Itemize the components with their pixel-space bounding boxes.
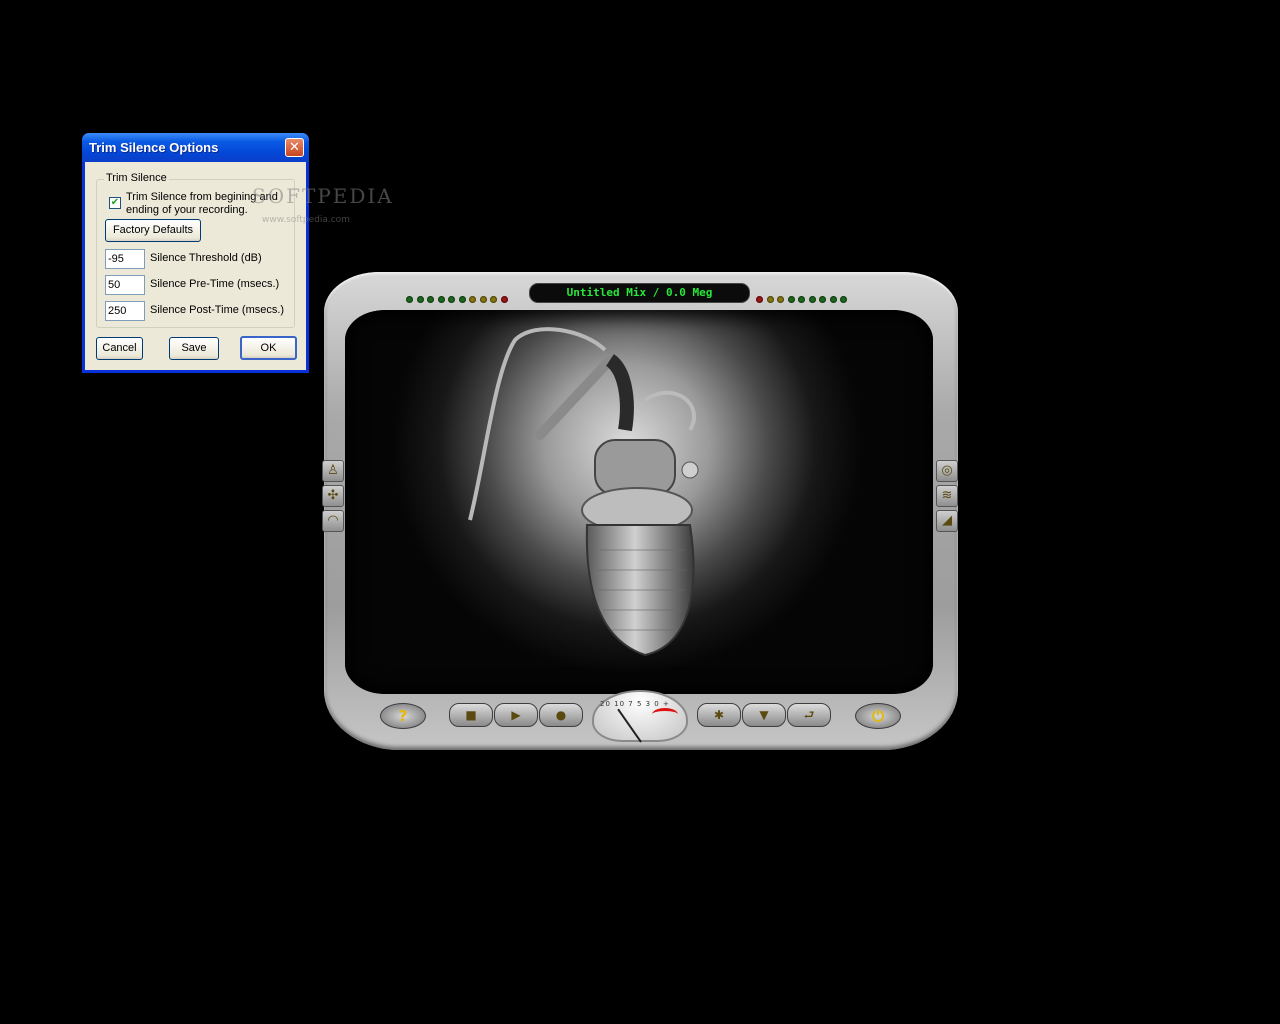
level-led <box>469 296 476 303</box>
down-button[interactable]: ▼ <box>742 703 786 727</box>
silence-threshold-label: Silence Threshold (dB) <box>150 252 262 264</box>
effects-icon[interactable]: ✣ <box>322 485 344 507</box>
watermark: SOFTPEDIA <box>252 184 394 208</box>
cd-icon[interactable]: ◎ <box>936 460 958 482</box>
silence-threshold-input[interactable]: -95 <box>105 249 145 269</box>
dialog-title: Trim Silence Options <box>89 140 219 155</box>
level-led <box>787 296 795 303</box>
watermark-url: www.softpedia.com <box>262 215 350 225</box>
silence-post-time-label: Silence Post-Time (msecs.) <box>150 304 285 316</box>
level-led <box>829 296 837 303</box>
effects-button[interactable]: ✱ <box>697 703 741 727</box>
group-label: Trim Silence <box>104 172 169 184</box>
level-led <box>777 296 784 303</box>
play-button[interactable]: ▶ <box>494 703 538 727</box>
mix-title-display: Untitled Mix / 0.0 Meg <box>529 283 750 303</box>
level-led <box>448 296 455 303</box>
fade-icon[interactable]: ◠ <box>322 510 344 532</box>
silence-post-time-input[interactable]: 250 <box>105 301 145 321</box>
level-led <box>798 296 805 303</box>
microphone-image <box>345 310 933 694</box>
level-led <box>766 296 774 303</box>
level-led <box>406 296 413 303</box>
ramp-icon[interactable]: ◢ <box>936 510 958 532</box>
level-led <box>490 296 497 303</box>
level-led <box>437 296 445 303</box>
waveform-icon[interactable]: ≋ <box>936 485 958 507</box>
level-led <box>840 296 847 303</box>
level-led <box>427 296 434 303</box>
level-led <box>500 296 508 303</box>
cancel-button[interactable]: Cancel <box>96 337 143 360</box>
level-led <box>416 296 424 303</box>
power-button[interactable]: ⏻ <box>855 703 901 729</box>
silence-pre-time-label: Silence Pre-Time (msecs.) <box>150 278 280 290</box>
trim-silence-checkbox[interactable]: ✔ <box>109 197 121 209</box>
vu-meter-red-zone <box>652 708 678 721</box>
vu-meter-scale: 20 10 7 5 3 0 + <box>600 700 670 708</box>
level-led <box>808 296 816 303</box>
level-led <box>819 296 826 303</box>
silence-pre-time-input[interactable]: 50 <box>105 275 145 295</box>
stop-button[interactable]: ■ <box>449 703 493 727</box>
close-icon[interactable]: ✕ <box>285 138 304 157</box>
level-led <box>458 296 466 303</box>
help-button[interactable]: ? <box>380 703 426 729</box>
metronome-icon[interactable]: ♙ <box>322 460 344 482</box>
save-button[interactable]: Save <box>169 337 219 360</box>
back-button[interactable]: ⮐ <box>787 703 831 727</box>
dialog-title-bar[interactable]: Trim Silence Options ✕ <box>82 133 309 162</box>
level-led <box>479 296 487 303</box>
factory-defaults-button[interactable]: Factory Defaults <box>105 219 201 242</box>
microphone-illustration <box>468 327 699 657</box>
record-button[interactable]: ● <box>539 703 583 727</box>
level-led <box>756 296 763 303</box>
ok-button[interactable]: OK <box>240 336 297 360</box>
